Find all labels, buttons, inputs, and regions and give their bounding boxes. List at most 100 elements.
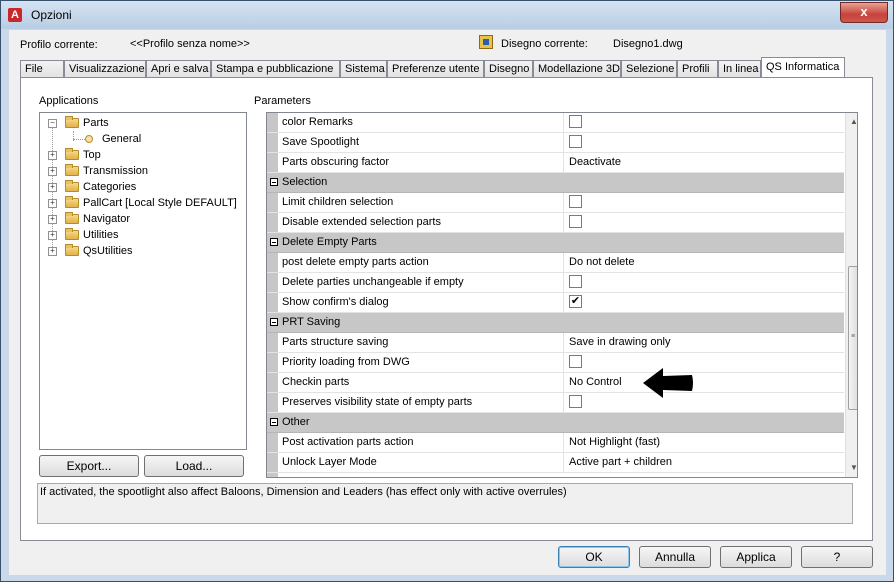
tab-preferenze-utente[interactable]: Preferenze utente [387,60,484,77]
property-row[interactable]: Checkin parts No Control [267,373,844,393]
help-button[interactable]: ? [801,546,873,568]
tab-profili[interactable]: Profili [677,60,718,77]
property-value[interactable]: Deactivate [569,156,621,168]
property-row[interactable]: color Remarks [267,113,844,133]
window-title: Opzioni [31,8,72,22]
scroll-down-arrow-icon[interactable]: ▼ [850,463,857,472]
folder-icon [65,180,79,192]
property-name: Delete parties unchangeable if empty [282,276,464,288]
tab-disegno[interactable]: Disegno [484,60,533,77]
expand-icon[interactable]: + [48,231,57,240]
expand-icon[interactable]: + [48,183,57,192]
applications-label: Applications [39,95,99,107]
tab-file[interactable]: File [20,60,64,77]
collapse-category-icon[interactable] [270,238,278,246]
current-drawing-value: Disegno1.dwg [613,38,683,50]
property-name: Show confirm's dialog [282,296,389,308]
autocad-logo-icon: A [8,8,22,22]
tree-node-label: Navigator [83,213,131,225]
property-row[interactable]: Parts obscuring factor Deactivate [267,153,844,173]
category-row[interactable]: Selection [267,173,844,193]
property-checkbox[interactable] [569,275,582,288]
column-divider [563,193,564,213]
property-row[interactable]: Parts structure saving Save in drawing on… [267,333,844,353]
column-divider [563,133,564,153]
property-name: post delete empty parts action [282,256,429,268]
settings-node-icon [85,135,93,143]
property-checkbox[interactable] [569,355,582,368]
scroll-up-arrow-icon[interactable]: ▲ [850,117,857,126]
collapse-category-icon[interactable] [270,418,278,426]
parameters-property-grid[interactable]: color Remarks Save Spootlight Parts obscur… [266,112,858,478]
property-row[interactable]: Disable extended selection parts [267,213,844,233]
property-value[interactable]: Active part + children [569,456,672,468]
property-name: Parts obscuring factor [282,156,389,168]
parameter-description: If activated, the spootlight also affect… [37,483,853,524]
property-row[interactable]: post delete empty parts action Do not del… [267,253,844,273]
property-value[interactable]: Not Highlight (fast) [569,436,660,448]
scrollbar-thumb[interactable]: ≡ [848,266,857,410]
cancel-button[interactable]: Annulla [639,546,711,568]
expand-icon[interactable]: + [48,167,57,176]
collapse-category-icon[interactable] [270,178,278,186]
tab-apri-e-salva[interactable]: Apri e salva [146,60,211,77]
property-row[interactable]: Save Spootlight [267,133,844,153]
property-row[interactable]: Limit children selection [267,193,844,213]
property-row[interactable]: Preserves visibility state of empty part… [267,393,844,413]
property-row[interactable]: Priority loading from DWG [267,353,844,373]
close-button[interactable]: x [840,2,888,23]
property-checkbox[interactable] [569,135,582,148]
dialog-body: Profilo corrente: <<Profilo senza nome>>… [9,30,886,575]
column-divider [563,333,564,353]
folder-icon [65,244,79,256]
property-name: color Remarks [282,116,353,128]
load-button[interactable]: Load... [144,455,244,477]
property-row[interactable]: Unlock Layer Mode Active part + children [267,453,844,473]
collapse-category-icon[interactable] [270,318,278,326]
tab-modellazione-3d[interactable]: Modellazione 3D [533,60,621,77]
property-checkbox[interactable]: ✔ [569,295,582,308]
property-name: Checkin parts [282,376,350,388]
property-checkbox[interactable] [569,195,582,208]
pointer-arrow-annotation-icon [643,368,693,398]
expand-icon[interactable]: + [48,199,57,208]
apply-button[interactable]: Applica [720,546,792,568]
property-row[interactable]: Post activation parts action Not Highligh… [267,433,844,453]
property-value[interactable]: Save in drawing only [569,336,671,348]
title-bar[interactable]: A Opzioni x [1,1,893,29]
tab-sistema[interactable]: Sistema [340,60,387,77]
column-divider [563,353,564,373]
property-checkbox[interactable] [569,115,582,128]
category-row[interactable]: Other [267,413,844,433]
ok-button[interactable]: OK [558,546,630,568]
property-name: Post activation parts action [282,436,414,448]
qs-informatica-panel: Applications − Parts General + Top + Tra… [20,77,873,541]
applications-tree[interactable]: − Parts General + Top + Transmission + C… [39,112,247,450]
vertical-scrollbar[interactable]: ▲ ≡ ▼ [845,113,857,477]
property-name: Priority loading from DWG [282,356,410,368]
column-divider [563,273,564,293]
expand-icon[interactable]: + [48,215,57,224]
category-row[interactable]: Delete Empty Parts [267,233,844,253]
tab-qs-informatica[interactable]: QS Informatica [761,57,845,77]
tab-selezione[interactable]: Selezione [621,60,677,77]
tab-in-linea[interactable]: In linea [718,60,761,77]
export-button[interactable]: Export... [39,455,139,477]
category-row[interactable]: PRT Saving [267,313,844,333]
expand-icon[interactable]: + [48,151,57,160]
tab-visualizzazione[interactable]: Visualizzazione [64,60,146,77]
property-value[interactable]: Do not delete [569,256,634,268]
collapse-icon[interactable]: − [48,119,57,128]
property-checkbox[interactable] [569,395,582,408]
column-divider [563,393,564,413]
tab-stampa-e-pubblicazione[interactable]: Stampa e pubblicazione [211,60,340,77]
expand-icon[interactable]: + [48,247,57,256]
property-row[interactable]: Show confirm's dialog ✔ [267,293,844,313]
property-name: Unlock Layer Mode [282,456,377,468]
property-row[interactable]: Delete parties unchangeable if empty [267,273,844,293]
current-profile-value: <<Profilo senza nome>> [130,38,250,50]
property-checkbox[interactable] [569,215,582,228]
column-divider [563,373,564,393]
property-value[interactable]: No Control [569,376,622,388]
tree-node-label: Utilities [83,229,119,241]
